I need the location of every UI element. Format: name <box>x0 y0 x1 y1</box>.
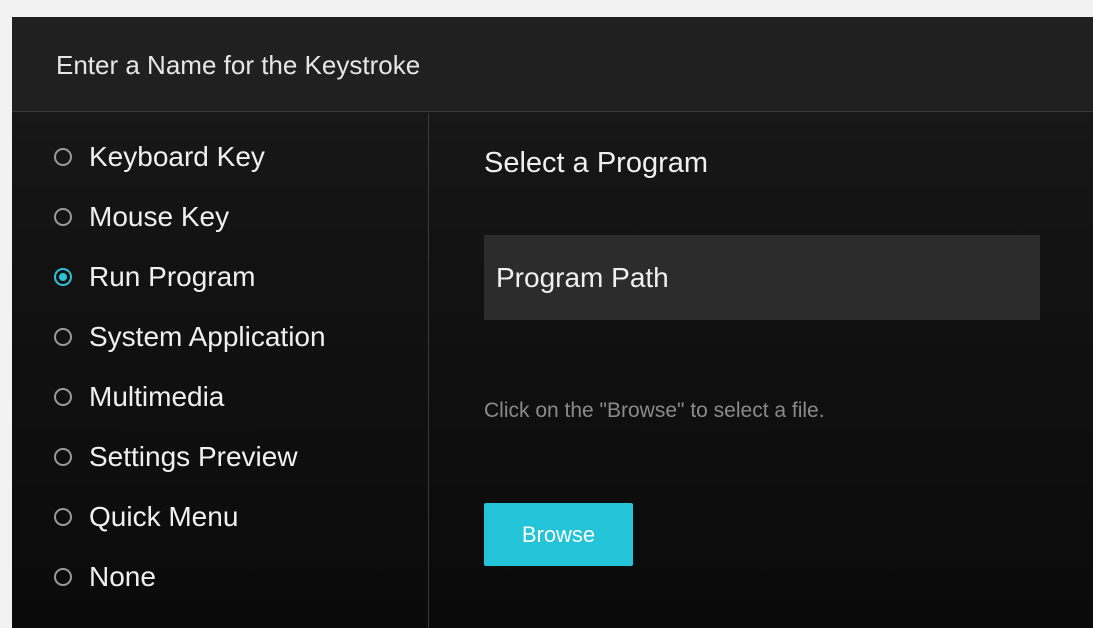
radio-button[interactable] <box>54 208 72 226</box>
option-label: None <box>89 561 156 592</box>
keystroke-dialog: Enter a Name for the Keystroke Keyboard … <box>12 17 1093 628</box>
option-mouse-key[interactable]: Mouse Key <box>54 197 229 237</box>
radio-button[interactable] <box>54 448 72 466</box>
dialog-title: Enter a Name for the Keystroke <box>56 50 421 80</box>
option-label: Run Program <box>89 261 256 292</box>
option-settings-preview[interactable]: Settings Preview <box>54 437 298 477</box>
option-label: Multimedia <box>89 381 225 412</box>
option-multimedia[interactable]: Multimedia <box>54 377 224 417</box>
radio-button-selected[interactable] <box>54 268 72 286</box>
radio-button[interactable] <box>54 388 72 406</box>
browse-button[interactable]: Browse <box>484 503 633 566</box>
option-label: System Application <box>89 321 326 352</box>
radio-button[interactable] <box>54 328 72 346</box>
radio-button[interactable] <box>54 148 72 166</box>
browse-hint-text: Click on the "Browse" to select a file. <box>484 399 825 422</box>
section-title: Select a Program <box>484 147 709 179</box>
program-path-input[interactable] <box>484 235 1040 320</box>
option-system-application[interactable]: System Application <box>54 317 326 357</box>
option-label: Mouse Key <box>89 201 230 232</box>
radio-button[interactable] <box>54 568 72 586</box>
option-quick-menu[interactable]: Quick Menu <box>54 497 238 537</box>
option-none[interactable]: None <box>54 557 156 597</box>
option-label: Settings Preview <box>89 441 298 472</box>
program-settings-panel: Select a Program Click on the "Browse" t… <box>430 113 1093 628</box>
action-type-list: Keyboard Key Mouse Key Run Program Syste… <box>12 113 429 628</box>
option-label: Keyboard Key <box>89 141 265 172</box>
option-label: Quick Menu <box>89 501 239 532</box>
option-keyboard-key[interactable]: Keyboard Key <box>54 137 265 177</box>
dialog-header: Enter a Name for the Keystroke <box>12 17 1093 112</box>
option-run-program[interactable]: Run Program <box>54 257 256 297</box>
radio-button[interactable] <box>54 508 72 526</box>
